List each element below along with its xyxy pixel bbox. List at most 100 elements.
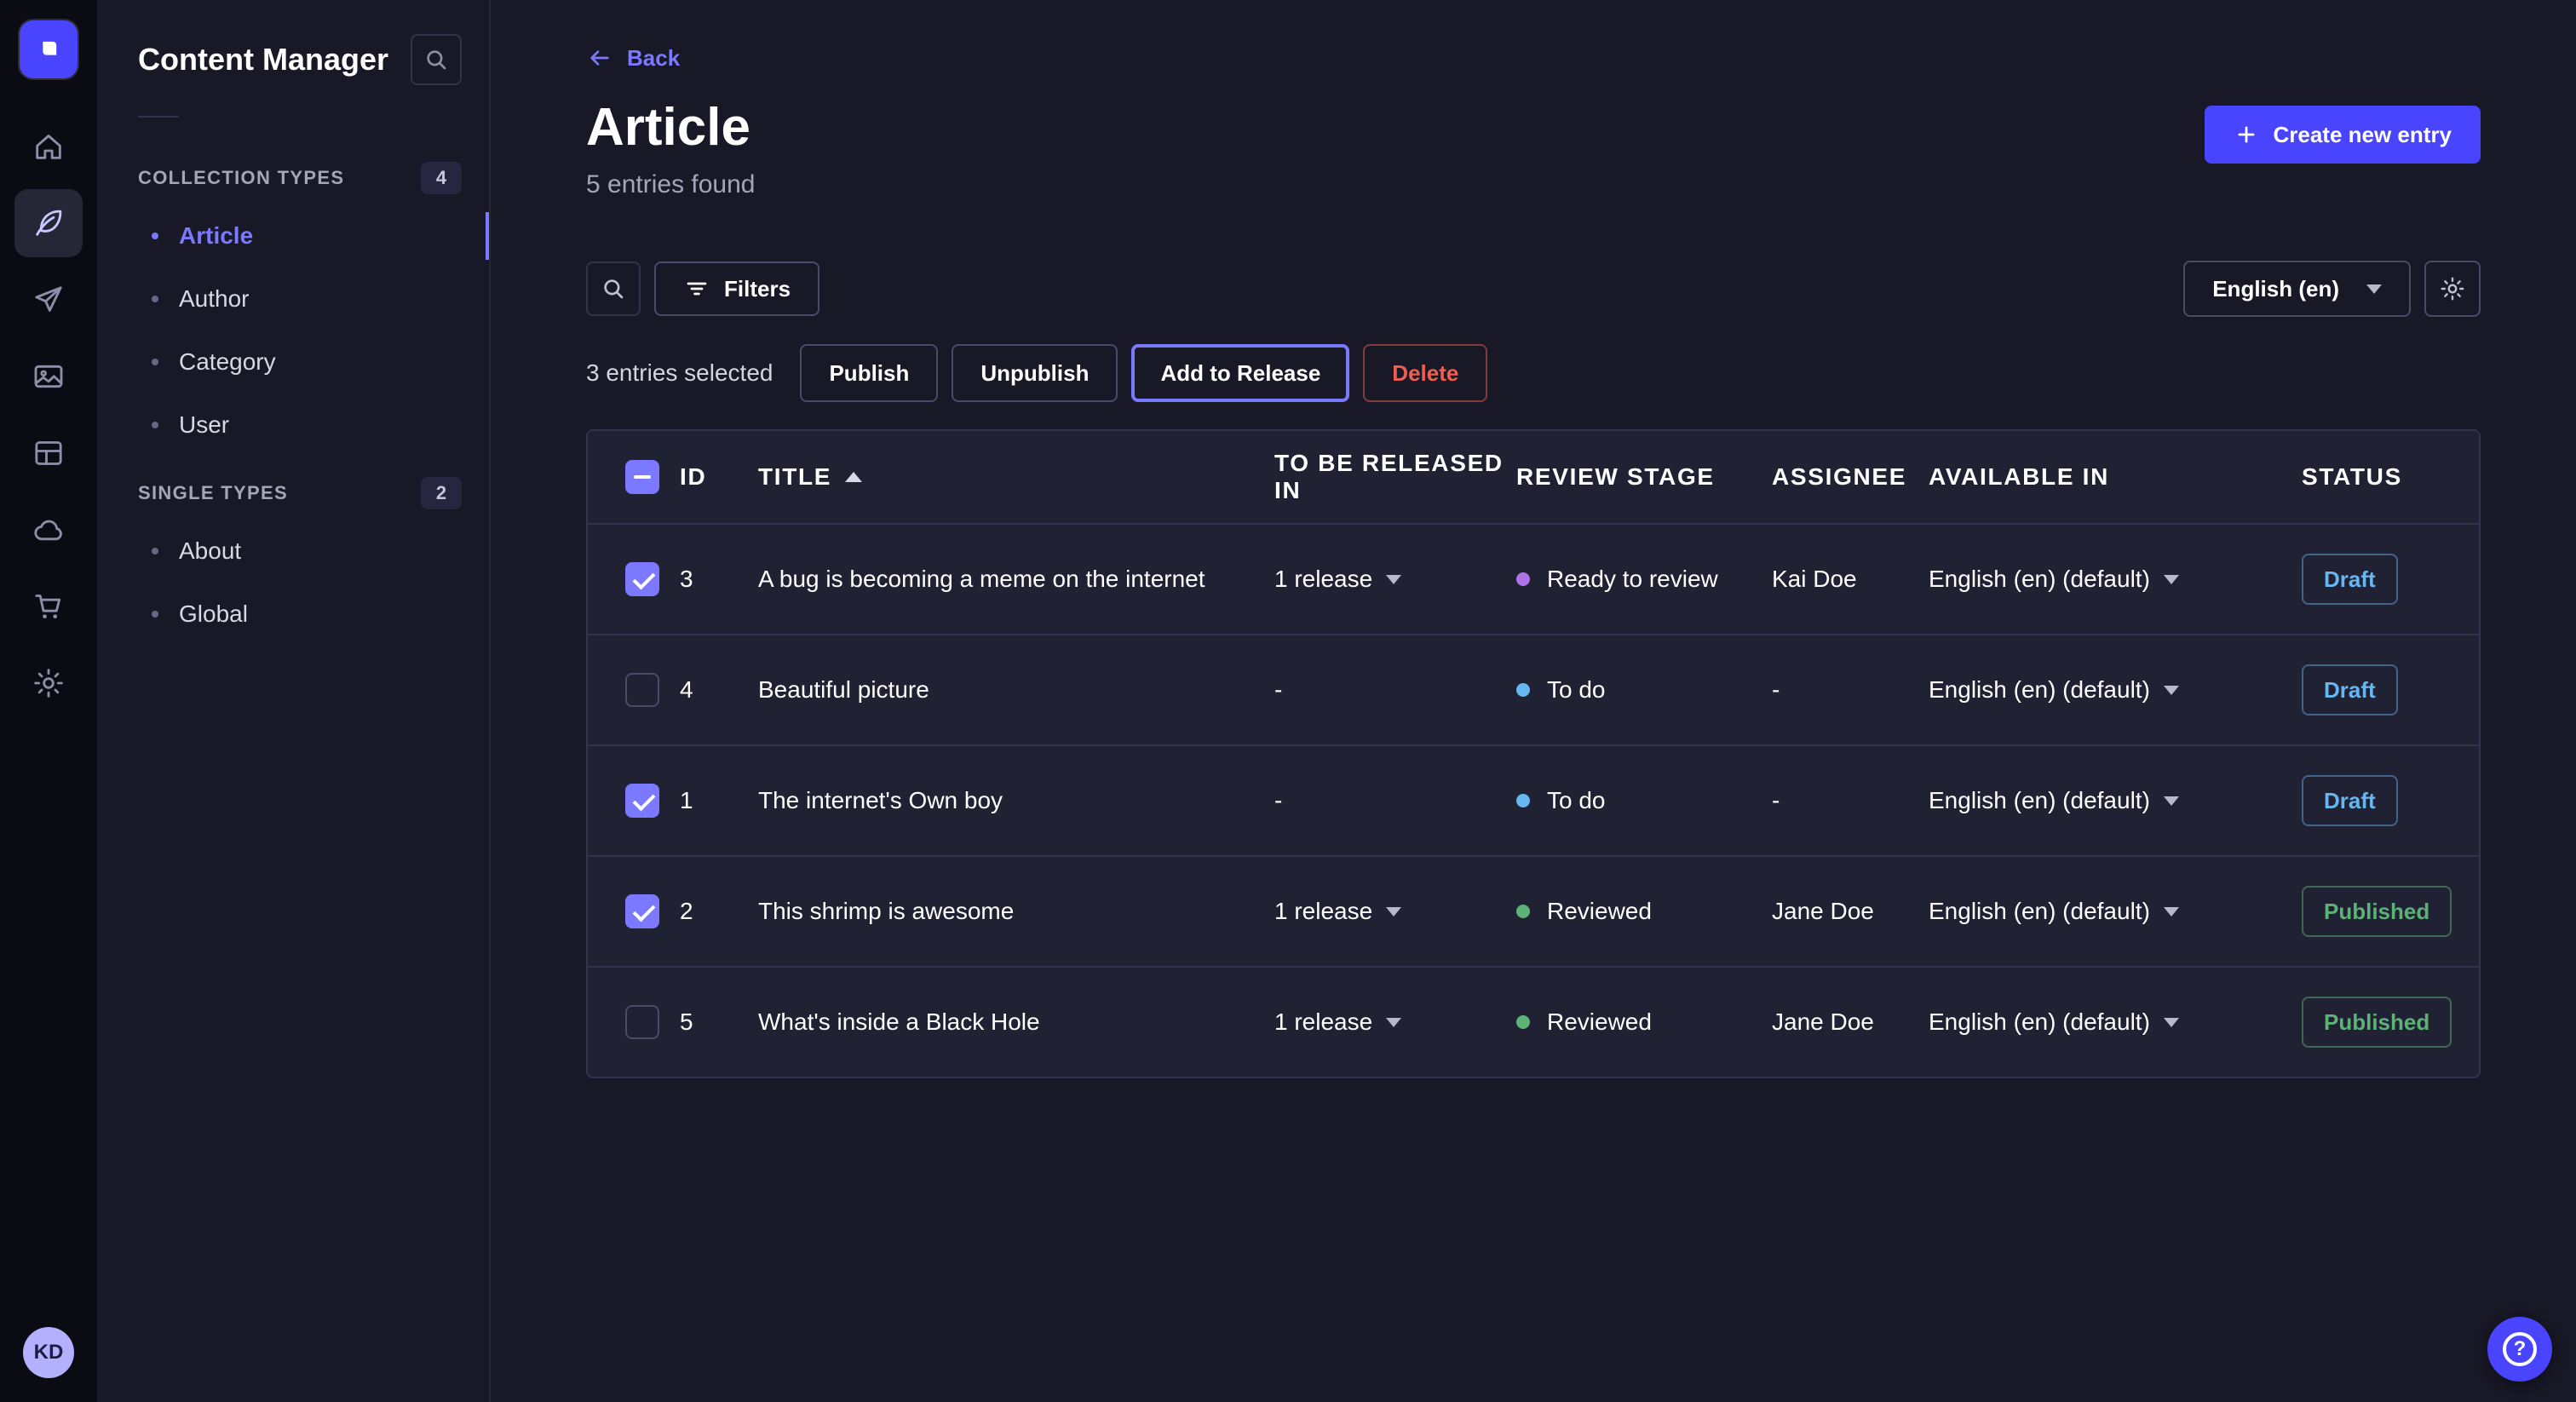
search-icon xyxy=(423,46,450,73)
status-badge: Published xyxy=(2302,997,2452,1048)
bullet-icon xyxy=(152,296,158,302)
available-in-cell[interactable]: English (en) (default) xyxy=(1929,566,2302,593)
plus-icon xyxy=(2234,122,2259,147)
layout-icon xyxy=(32,436,66,470)
nav-releases[interactable] xyxy=(14,266,83,334)
content-manager-sidebar: Content Manager COLLECTION TYPES 4 Artic… xyxy=(97,0,491,1402)
sidebar-item-label: User xyxy=(179,411,229,439)
create-entry-label: Create new entry xyxy=(2273,122,2452,148)
stage-label: Reviewed xyxy=(1547,1008,1652,1036)
assignee-cell: Jane Doe xyxy=(1772,898,1929,925)
entry-title[interactable]: This shrimp is awesome xyxy=(758,898,1274,925)
status-badge: Draft xyxy=(2302,554,2398,605)
release-cell[interactable]: 1 release xyxy=(1274,1008,1516,1036)
sidebar-item-author[interactable]: Author xyxy=(97,267,489,330)
sidebar-item-label: Author xyxy=(179,285,250,313)
release-caret-icon xyxy=(1386,575,1401,584)
nav-deploy[interactable] xyxy=(14,496,83,564)
assignee-cell: - xyxy=(1772,787,1929,814)
stage-label: Ready to review xyxy=(1547,566,1718,593)
table-row[interactable]: 3 A bug is becoming a meme on the intern… xyxy=(588,523,2479,634)
select-all-checkbox[interactable] xyxy=(625,460,659,494)
nav-marketplace[interactable] xyxy=(14,572,83,641)
status-badge: Draft xyxy=(2302,664,2398,715)
entry-title[interactable]: What's inside a Black Hole xyxy=(758,1008,1274,1036)
row-checkbox[interactable] xyxy=(625,1005,659,1039)
sidebar-item-about[interactable]: About xyxy=(97,520,489,583)
sidebar-item-category[interactable]: Category xyxy=(97,330,489,394)
add-to-release-button[interactable]: Add to Release xyxy=(1131,344,1349,402)
sidebar-item-user[interactable]: User xyxy=(97,394,489,457)
create-entry-button[interactable]: Create new entry xyxy=(2205,106,2481,164)
row-checkbox[interactable] xyxy=(625,784,659,818)
avatar[interactable]: KD xyxy=(23,1327,74,1378)
table-row[interactable]: 2 This shrimp is awesome 1 release Revie… xyxy=(588,855,2479,966)
column-header-title[interactable]: TITLE xyxy=(758,463,1274,491)
help-button[interactable]: ? xyxy=(2487,1317,2552,1382)
review-stage-cell: To do xyxy=(1516,787,1772,814)
view-settings-button[interactable] xyxy=(2424,261,2481,317)
search-entries-button[interactable] xyxy=(586,261,641,316)
entry-id: 3 xyxy=(680,566,758,593)
locale-select[interactable]: English (en) xyxy=(2183,261,2411,317)
status-badge: Draft xyxy=(2302,775,2398,826)
row-checkbox[interactable] xyxy=(625,894,659,928)
available-in-cell[interactable]: English (en) (default) xyxy=(1929,787,2302,814)
available-in-cell[interactable]: English (en) (default) xyxy=(1929,898,2302,925)
toolbar: Filters English (en) xyxy=(586,261,2481,317)
entry-title[interactable]: The internet's Own boy xyxy=(758,787,1274,814)
entry-id: 1 xyxy=(680,787,758,814)
app-root: KD Content Manager COLLECTION TYPES 4 Ar… xyxy=(0,0,2576,1402)
sidebar-title: Content Manager xyxy=(138,42,388,78)
unpublish-button[interactable]: Unpublish xyxy=(952,344,1118,402)
sort-ascending-icon[interactable] xyxy=(845,472,862,482)
stage-dot-icon xyxy=(1516,572,1530,586)
row-checkbox[interactable] xyxy=(625,673,659,707)
table-row[interactable]: 4 Beautiful picture - To do - English (e… xyxy=(588,634,2479,744)
back-label: Back xyxy=(627,45,680,72)
nav-home[interactable] xyxy=(14,112,83,181)
entry-id: 5 xyxy=(680,1008,758,1036)
entries-table: ID TITLE TO BE RELEASED IN REVIEW STAGE … xyxy=(586,429,2481,1078)
main-nav-rail: KD xyxy=(0,0,97,1402)
locale-caret-icon xyxy=(2164,796,2179,806)
stage-label: Reviewed xyxy=(1547,898,1652,925)
add-to-release-label: Add to Release xyxy=(1160,360,1320,387)
sidebar-item-global[interactable]: Global xyxy=(97,583,489,646)
entry-title[interactable]: A bug is becoming a meme on the internet xyxy=(758,566,1274,593)
page-header: Article 5 entries found Create new entry xyxy=(586,95,2481,199)
nav-media-library[interactable] xyxy=(14,342,83,411)
column-header-release: TO BE RELEASED IN xyxy=(1274,450,1516,504)
status-badge: Published xyxy=(2302,886,2452,937)
cart-icon xyxy=(32,589,66,623)
row-checkbox[interactable] xyxy=(625,562,659,596)
nav-content-type-builder[interactable] xyxy=(14,419,83,487)
bulk-actions-bar: 3 entries selected Publish Unpublish Add… xyxy=(586,344,2481,402)
back-link[interactable]: Back xyxy=(586,44,680,72)
strapi-logo[interactable] xyxy=(20,20,78,78)
section-label: COLLECTION TYPES xyxy=(138,167,344,189)
delete-label: Delete xyxy=(1392,360,1458,387)
available-in-cell[interactable]: English (en) (default) xyxy=(1929,1008,2302,1036)
table-row[interactable]: 1 The internet's Own boy - To do - Engli… xyxy=(588,744,2479,855)
filter-icon xyxy=(683,275,710,302)
sidebar-search-button[interactable] xyxy=(411,34,462,85)
release-cell[interactable]: - xyxy=(1274,676,1516,704)
filters-button[interactable]: Filters xyxy=(654,261,819,316)
delete-button[interactable]: Delete xyxy=(1363,344,1487,402)
release-cell[interactable]: 1 release xyxy=(1274,898,1516,925)
sidebar-item-article[interactable]: Article xyxy=(97,204,489,267)
gear-icon xyxy=(32,666,66,700)
arrow-left-icon xyxy=(586,44,613,72)
nav-content-manager[interactable] xyxy=(14,189,83,257)
entry-title[interactable]: Beautiful picture xyxy=(758,676,1274,704)
release-count: 1 release xyxy=(1274,898,1372,925)
nav-settings[interactable] xyxy=(14,649,83,717)
release-cell[interactable]: 1 release xyxy=(1274,566,1516,593)
publish-button[interactable]: Publish xyxy=(800,344,938,402)
release-cell[interactable]: - xyxy=(1274,787,1516,814)
table-row[interactable]: 5 What's inside a Black Hole 1 release R… xyxy=(588,966,2479,1077)
question-mark-icon: ? xyxy=(2503,1332,2537,1366)
locale-caret-icon xyxy=(2164,1018,2179,1027)
available-in-cell[interactable]: English (en) (default) xyxy=(1929,676,2302,704)
